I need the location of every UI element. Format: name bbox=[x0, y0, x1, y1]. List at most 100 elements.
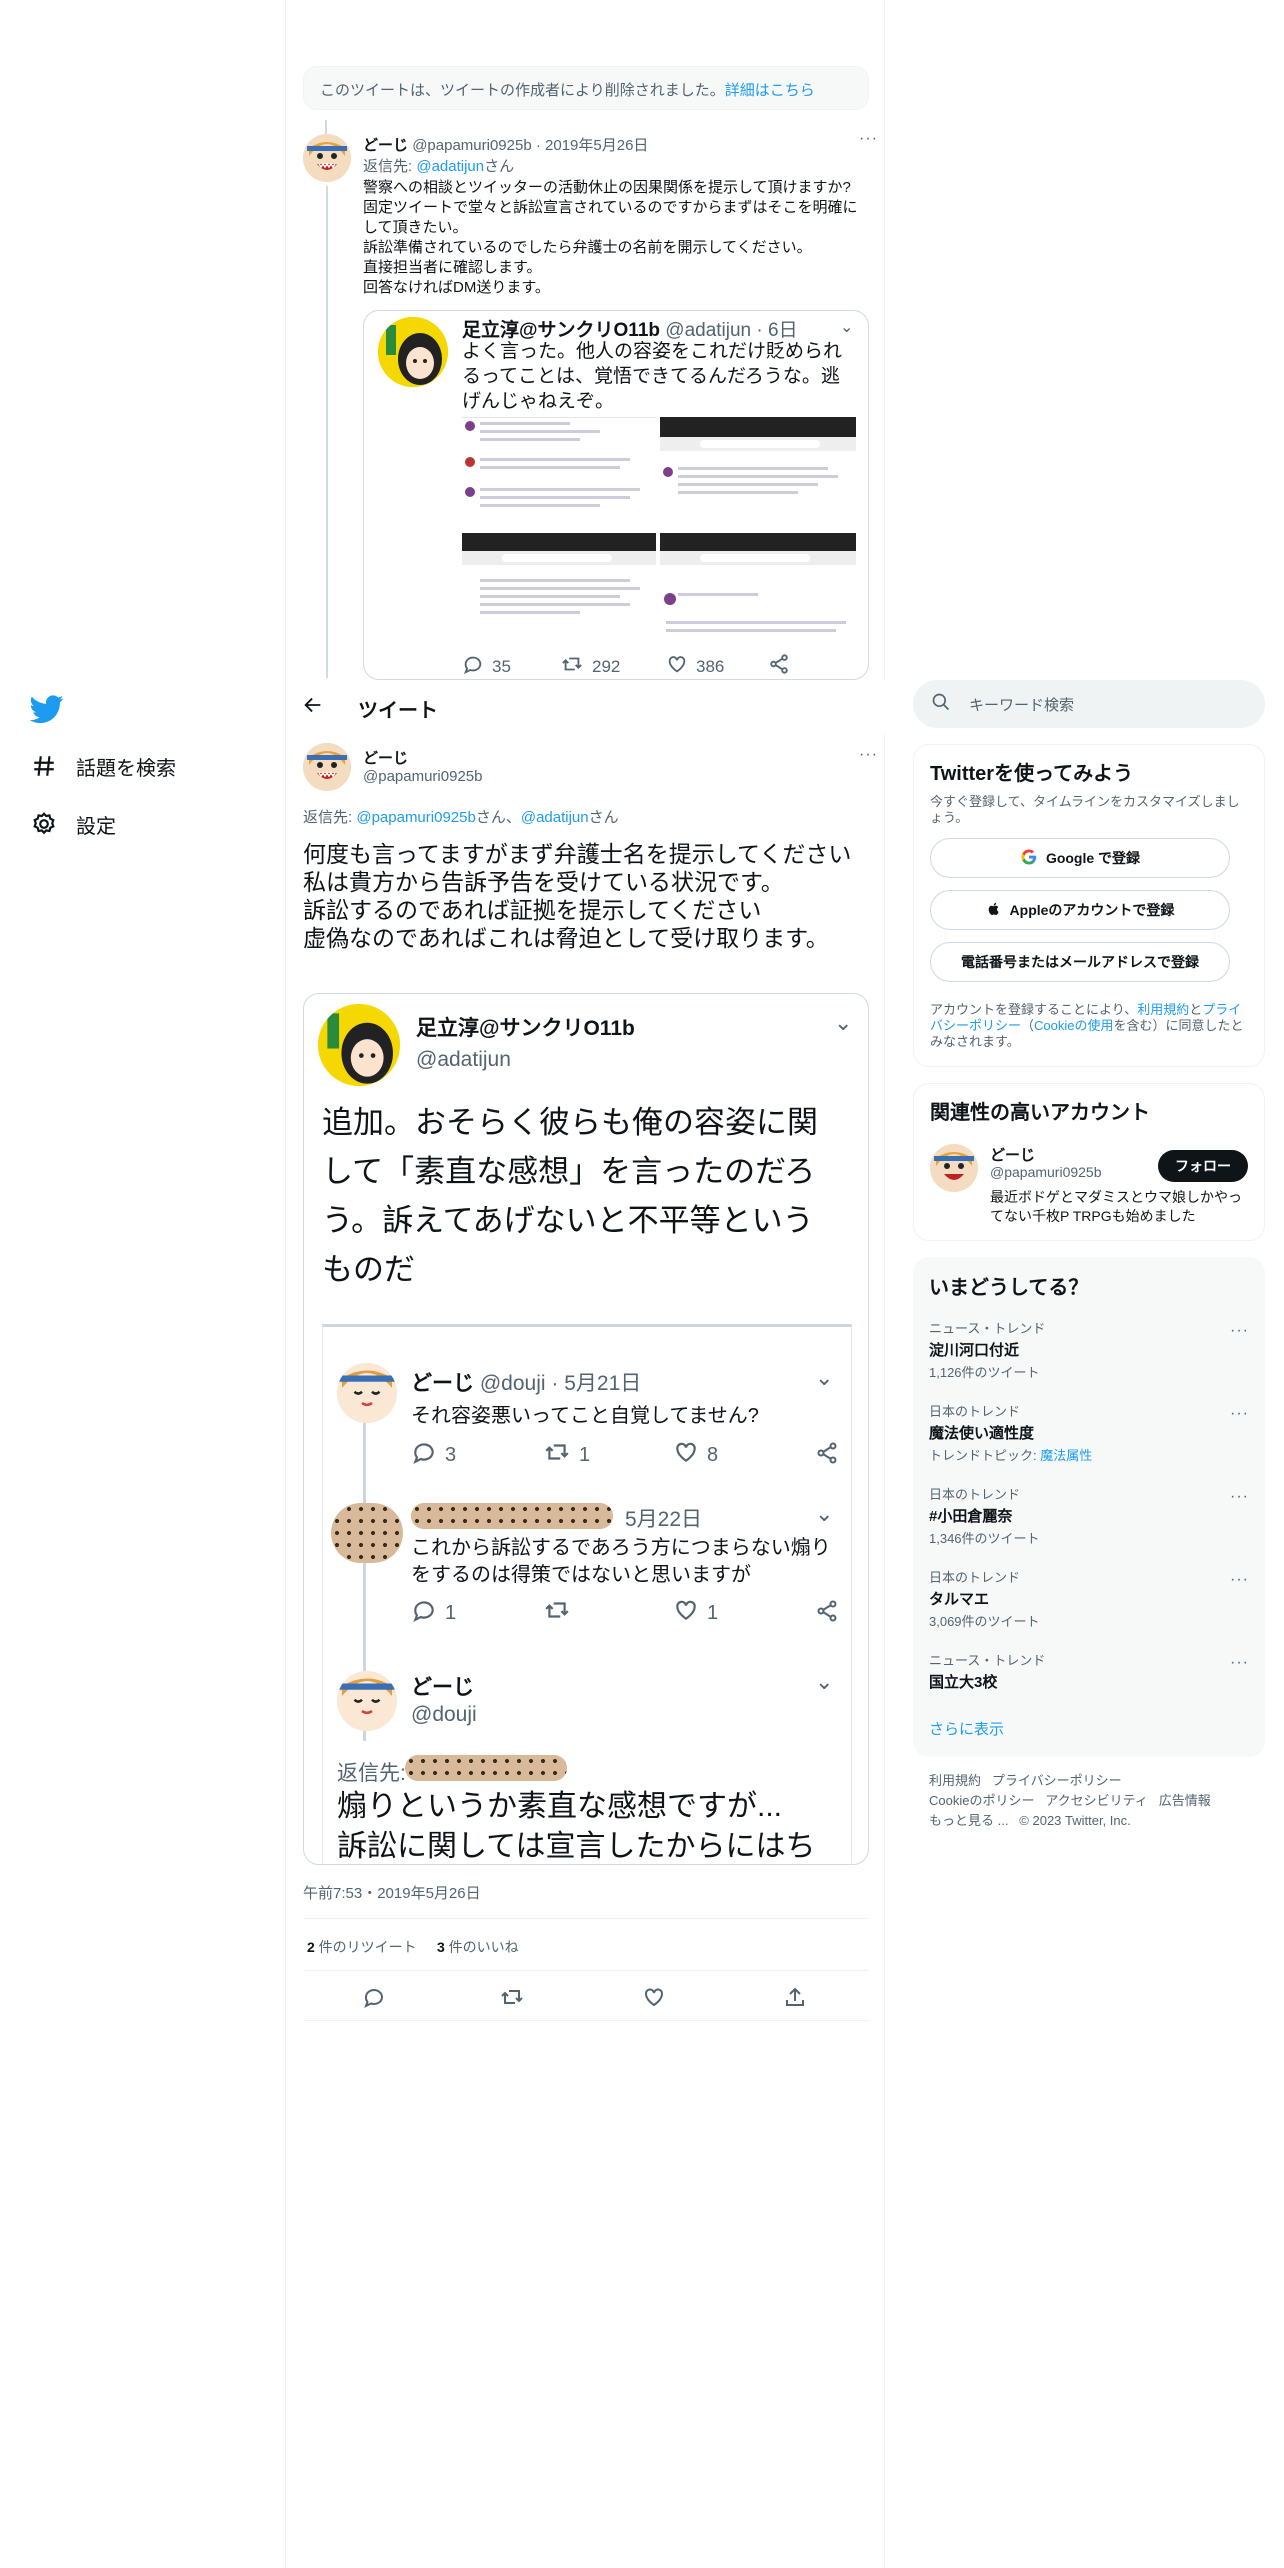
more-icon[interactable]: ··· bbox=[859, 746, 878, 764]
footer-link[interactable]: プライバシーポリシー bbox=[992, 1773, 1122, 1788]
attached-image[interactable]: どーじ @douji · 5月21日 ⌄ それ容姿悪いってこと自覚してません? … bbox=[322, 1324, 852, 1864]
tweet-date[interactable]: 2019年5月26日 bbox=[545, 137, 648, 154]
avatar[interactable] bbox=[930, 1144, 978, 1192]
more-icon[interactable]: ··· bbox=[859, 130, 878, 148]
reply-to-link[interactable]: @papamuri0925b bbox=[356, 809, 475, 826]
trends-panel: いまどうしてる？ ニュース・トレンド 淀川河口付近 1,126件のツイート ··… bbox=[913, 1257, 1265, 1757]
more-icon[interactable]: ··· bbox=[1230, 1571, 1249, 1589]
related-name[interactable]: どーじ bbox=[990, 1144, 1035, 1165]
reply-to-link[interactable]: @adatijun bbox=[521, 809, 589, 826]
trend-item[interactable]: ニュース・トレンド 国立大3校 ··· bbox=[913, 1640, 1265, 1702]
reply-to-link[interactable]: @adatijun bbox=[416, 158, 484, 175]
likes-stat[interactable]: 3 件のいいね bbox=[437, 1937, 519, 1957]
author-name[interactable]: どーじ bbox=[363, 137, 408, 154]
nav-settings[interactable]: 設定 bbox=[30, 804, 116, 844]
attached-image[interactable] bbox=[462, 533, 656, 645]
divider bbox=[303, 1918, 869, 1919]
quoted-handle[interactable]: @adatijun bbox=[665, 320, 751, 341]
attached-image[interactable] bbox=[462, 417, 656, 529]
quoted-age[interactable]: 6日 bbox=[768, 320, 798, 341]
footer-link[interactable]: 利用規約 bbox=[929, 1773, 981, 1788]
follow-button[interactable]: フォロー bbox=[1158, 1150, 1248, 1182]
inner-like-stat: 8 bbox=[673, 1439, 718, 1471]
google-signup-button[interactable]: Google で登録 bbox=[930, 838, 1230, 878]
deleted-notice-link[interactable]: 詳細はこちら bbox=[725, 82, 815, 99]
quoted-tweet-card[interactable]: 足立淳@サンクリO11b @adatijun ⌄ 追加。おそらく彼らも俺の容姿に… bbox=[303, 993, 869, 1865]
more-icon[interactable]: ··· bbox=[1230, 1488, 1249, 1506]
trend-item[interactable]: 日本のトレンド #小田倉麗奈 1,346件のツイート ··· bbox=[913, 1474, 1265, 1557]
quoted-text: よく言った。他人の容姿をこれだけ貶められるってことは、覚悟できてるんだろうな。逃… bbox=[462, 341, 843, 412]
footer-link[interactable]: アクセシビリティ bbox=[1045, 1793, 1148, 1808]
attached-image[interactable] bbox=[660, 417, 856, 529]
quoted-handle[interactable]: @adatijun bbox=[416, 1048, 511, 1072]
thread-line bbox=[325, 120, 327, 134]
inner-handle: @douji bbox=[411, 1703, 477, 1726]
inner-retweet-stat: 1 bbox=[543, 1439, 590, 1471]
share-button[interactable] bbox=[783, 1985, 807, 2014]
show-more-link[interactable]: さらに表示 bbox=[913, 1702, 1265, 1745]
trend-category: 日本のトレンド bbox=[929, 1404, 1021, 1419]
retweet-icon bbox=[543, 1439, 571, 1471]
tweet-timestamp[interactable]: 午前7:53・2019年5月26日 bbox=[303, 1882, 481, 1903]
footer-link[interactable]: Cookieのポリシー bbox=[929, 1793, 1034, 1808]
right-sidebar: キーワード検索 Twitterを使ってみよう 今すぐ登録して、タイムラインをカス… bbox=[913, 680, 1265, 1831]
trend-name: #小田倉麗奈 bbox=[929, 1508, 1013, 1525]
trend-item[interactable]: 日本のトレンド タルマエ 3,069件のツイート ··· bbox=[913, 1557, 1265, 1640]
quoted-author-name[interactable]: 足立淳@サンクリO11b bbox=[462, 320, 660, 341]
twitter-logo-icon[interactable] bbox=[29, 692, 64, 726]
author-name[interactable]: どーじ bbox=[363, 747, 408, 768]
back-arrow-icon[interactable] bbox=[302, 694, 324, 721]
inner-retweet-stat bbox=[543, 1597, 571, 1628]
quoted-avatar[interactable] bbox=[378, 317, 448, 387]
like-button[interactable]: 386 bbox=[666, 653, 724, 679]
footer: 利用規約 プライバシーポリシー Cookieのポリシー アクセシビリティ 広告情… bbox=[913, 1771, 1265, 1831]
quoted-avatar[interactable] bbox=[318, 1004, 400, 1086]
retweet-button[interactable]: 292 bbox=[560, 653, 620, 679]
retweets-stat[interactable]: 2 件のリツイート bbox=[307, 1937, 417, 1957]
cookie-link[interactable]: Cookieの使用 bbox=[1034, 1018, 1113, 1033]
trend-item[interactable]: ニュース・トレンド 淀川河口付近 1,126件のツイート ··· bbox=[913, 1308, 1265, 1391]
footer-link[interactable]: 広告情報 bbox=[1159, 1793, 1211, 1808]
avatar[interactable] bbox=[303, 743, 351, 791]
quoted-author-name[interactable]: 足立淳@サンクリO11b bbox=[416, 1012, 635, 1042]
upload-icon bbox=[786, 1987, 804, 2006]
author-handle[interactable]: @papamuri0925b bbox=[412, 137, 531, 154]
trend-item[interactable]: 日本のトレンド 魔法使い適性度 トレンドトピック: 魔法属性 ··· bbox=[913, 1391, 1265, 1474]
avatar[interactable] bbox=[303, 134, 351, 182]
author-handle[interactable]: @papamuri0925b bbox=[363, 768, 482, 785]
more-icon[interactable]: ··· bbox=[1230, 1405, 1249, 1423]
reply-button[interactable] bbox=[362, 1985, 386, 2014]
like-button[interactable] bbox=[642, 1985, 666, 2014]
google-signup-label: Google で登録 bbox=[1045, 850, 1141, 866]
more-link[interactable]: もっと見る ... bbox=[929, 1813, 1008, 1828]
phone-email-signup-button[interactable]: 電話番号またはメールアドレスで登録 bbox=[930, 942, 1230, 982]
signup-subtitle: 今すぐ登録して、タイムラインをカスタマイズしましょう。 bbox=[930, 794, 1240, 825]
trend-topic-link[interactable]: 魔法属性 bbox=[1040, 1448, 1092, 1463]
nav-explore[interactable]: 話題を検索 bbox=[30, 746, 176, 786]
chevron-down-icon[interactable]: ⌄ bbox=[840, 317, 853, 337]
more-icon[interactable]: ··· bbox=[1230, 1654, 1249, 1672]
chevron-down-icon[interactable]: ⌄ bbox=[834, 1010, 852, 1036]
inner-author-name: どーじ bbox=[411, 1372, 474, 1395]
share-button[interactable] bbox=[768, 653, 790, 679]
more-icon[interactable]: ··· bbox=[1230, 1322, 1249, 1340]
retweet-icon bbox=[560, 653, 584, 679]
terms-link[interactable]: 利用規約 bbox=[1137, 1002, 1189, 1017]
apple-signup-button[interactable]: Appleのアカウントで登録 bbox=[930, 890, 1230, 930]
apple-icon bbox=[986, 900, 1002, 921]
left-navigation: 話題を検索 設定 bbox=[0, 0, 285, 2568]
terms-text: （ bbox=[1021, 1018, 1035, 1033]
reply-count: 35 bbox=[492, 656, 511, 676]
retweet-button[interactable] bbox=[500, 1985, 524, 2014]
quoted-tweet-card[interactable]: 足立淳@サンクリO11b @adatijun · 6日 ⌄ よく言った。他人の容… bbox=[363, 310, 869, 680]
main-column: このツイートは、ツイートの作成者により削除されました。詳細はこちら どーじ @p… bbox=[285, 0, 886, 2568]
inner-date: 5月21日 bbox=[564, 1372, 642, 1395]
reply-tweet-header: どーじ @papamuri0925b · 2019年5月26日 bbox=[363, 137, 649, 154]
heart-icon bbox=[666, 653, 688, 679]
related-handle[interactable]: @papamuri0925b bbox=[990, 1164, 1102, 1180]
search-input[interactable]: キーワード検索 bbox=[913, 680, 1265, 728]
nav-settings-label: 設定 bbox=[76, 815, 116, 838]
retweets-count: 2 bbox=[307, 1939, 315, 1955]
attached-image[interactable] bbox=[660, 533, 856, 645]
reply-button[interactable]: 35 bbox=[462, 653, 511, 679]
